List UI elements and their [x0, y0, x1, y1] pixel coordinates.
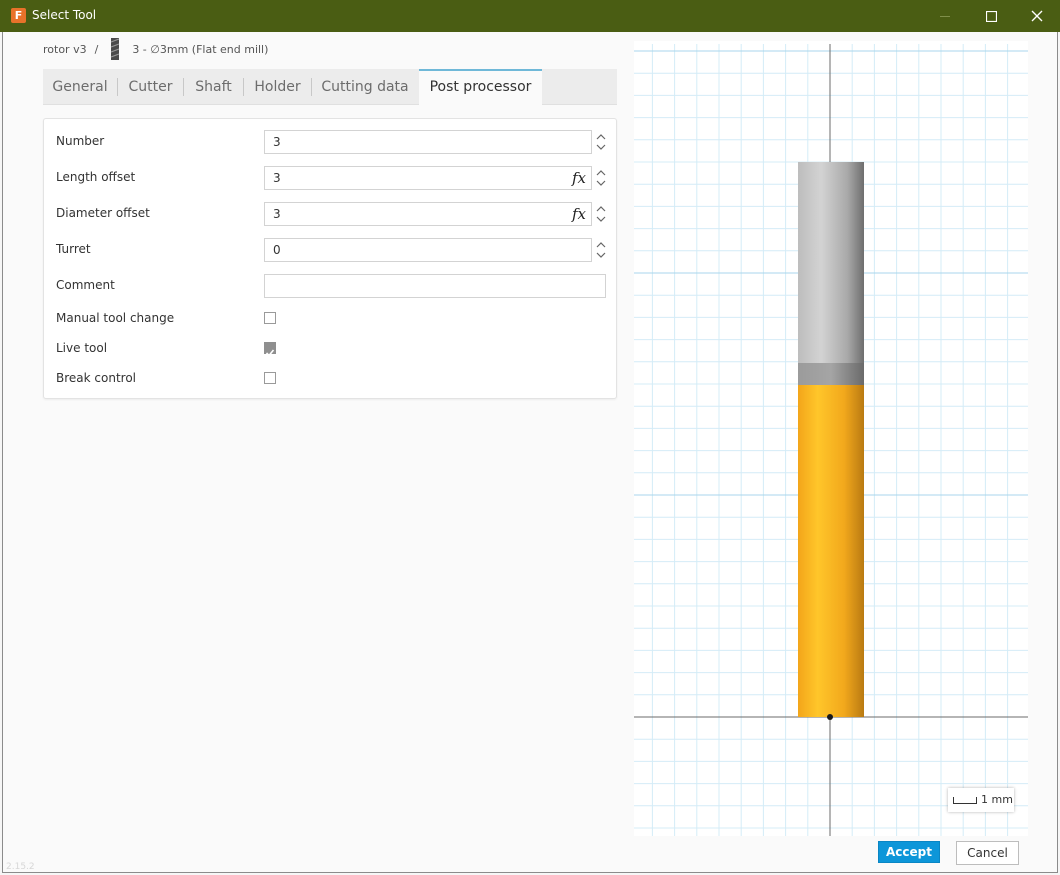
break-control-checkbox[interactable] [264, 372, 276, 384]
fusion-app-icon: F [11, 8, 26, 23]
tab-shaft[interactable]: Shaft [184, 69, 243, 105]
tab-holder[interactable]: Holder [244, 69, 311, 105]
fx-icon[interactable]: fx [572, 203, 586, 225]
turret-spinner-icon[interactable] [595, 238, 607, 262]
manual-tool-change-checkbox[interactable] [264, 312, 276, 324]
minimize-button[interactable] [922, 0, 968, 32]
end-mill-icon [111, 38, 120, 60]
tool-preview[interactable] [634, 41, 1028, 836]
tool-cutter [798, 385, 864, 717]
length-offset-row: Length offset 3 fx [44, 166, 618, 190]
break-control-row: Break control [44, 367, 618, 391]
breadcrumb-separator: / [94, 42, 99, 56]
scale-indicator: 1 mm [948, 788, 1014, 812]
number-row: Number 3 [44, 130, 618, 154]
live-tool-row: Live tool [44, 337, 618, 361]
tool-tip-point [827, 714, 833, 720]
live-tool-checkbox[interactable] [264, 342, 276, 357]
comment-row: Comment [44, 274, 618, 298]
length-offset-label: Length offset [56, 170, 136, 184]
version-label: 2.15.2 [6, 862, 35, 872]
number-spinner-icon[interactable] [595, 130, 607, 154]
tab-cutter[interactable]: Cutter [118, 69, 183, 105]
length-offset-spinner-icon[interactable] [595, 166, 607, 190]
length-offset-value: 3 [273, 171, 281, 185]
diameter-offset-spinner-icon[interactable] [595, 202, 607, 226]
tool-neck [798, 363, 864, 385]
minimize-icon [940, 16, 950, 17]
tool-preview-canvas [634, 44, 1028, 836]
turret-row: Turret 0 [44, 238, 618, 262]
scale-bar-icon [953, 797, 977, 804]
number-input[interactable]: 3 [264, 130, 592, 154]
tab-cutting-data[interactable]: Cutting data [312, 69, 418, 105]
accept-button[interactable]: Accept [878, 841, 940, 863]
length-offset-input[interactable]: 3 fx [264, 166, 592, 190]
tool-shaft [798, 162, 864, 363]
window-title: Select Tool [32, 8, 97, 22]
tab-bar: General Cutter Shaft Holder Cutting data… [43, 69, 617, 105]
cancel-button[interactable]: Cancel [956, 841, 1019, 865]
post-processor-form: Number 3 Length offset 3 fx Diameter off… [43, 118, 617, 399]
maximize-button[interactable] [968, 0, 1014, 32]
comment-input[interactable] [264, 274, 606, 298]
manual-tool-change-label: Manual tool change [56, 311, 175, 325]
fx-icon[interactable]: fx [572, 167, 586, 189]
breadcrumb: rotor v3 / 3 - ∅3mm (Flat end mill) [43, 38, 269, 60]
close-icon [1031, 10, 1043, 22]
maximize-icon [985, 10, 997, 22]
checkmark-icon [265, 349, 275, 357]
breadcrumb-tool: 3 - ∅3mm (Flat end mill) [132, 42, 269, 56]
manual-tool-change-row: Manual tool change [44, 307, 618, 331]
tab-post-processor[interactable]: Post processor [419, 69, 542, 105]
diameter-offset-input[interactable]: 3 fx [264, 202, 592, 226]
breadcrumb-project[interactable]: rotor v3 [43, 43, 87, 56]
tab-general[interactable]: General [43, 69, 117, 105]
turret-label: Turret [56, 242, 91, 256]
turret-input[interactable]: 0 [264, 238, 592, 262]
number-label: Number [56, 134, 105, 148]
scale-label: 1 mm [981, 793, 1013, 806]
live-tool-label: Live tool [56, 341, 108, 355]
break-control-label: Break control [56, 371, 136, 385]
close-button[interactable] [1014, 0, 1060, 32]
comment-label: Comment [56, 278, 115, 292]
diameter-offset-label: Diameter offset [56, 206, 150, 220]
title-bar: F Select Tool [0, 0, 1060, 32]
diameter-offset-row: Diameter offset 3 fx [44, 202, 618, 226]
diameter-offset-value: 3 [273, 207, 281, 221]
